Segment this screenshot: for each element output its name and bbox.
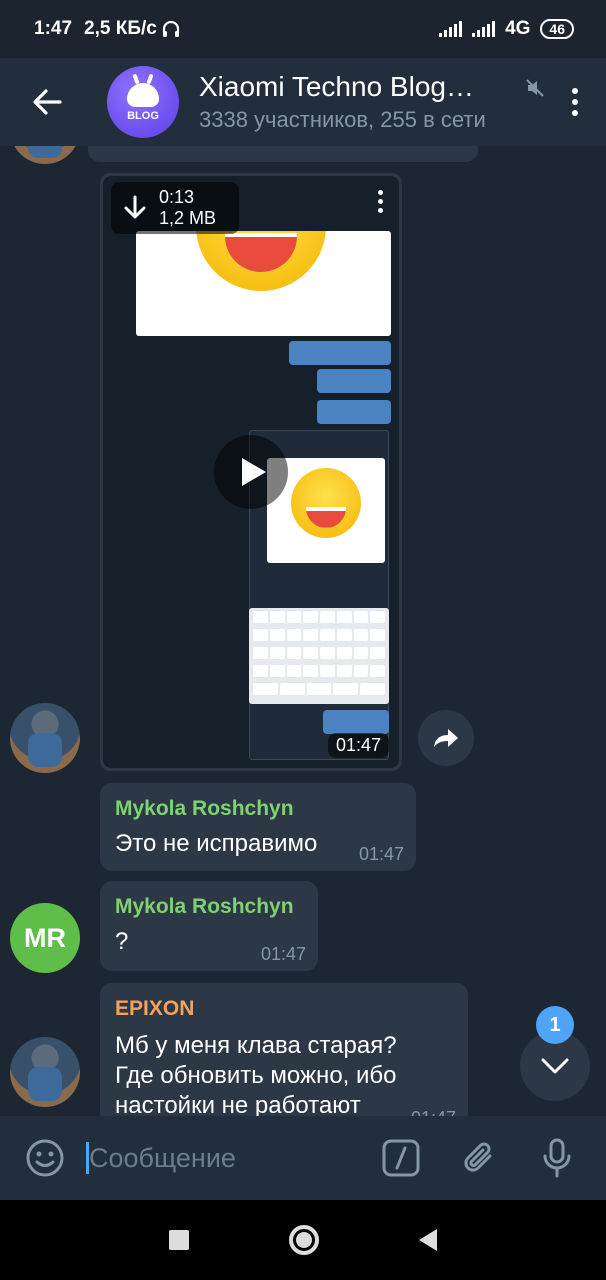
user-avatar-epixon[interactable] bbox=[10, 1037, 80, 1107]
headphones-icon bbox=[162, 20, 179, 37]
chat-title-block[interactable]: Xiaomi Techno Blog… 3338 участников, 255… bbox=[199, 71, 519, 133]
message-line: настойки не работают bbox=[115, 1092, 361, 1116]
video-message[interactable]: 0:13 1,2 MB 01:47 bbox=[100, 173, 402, 771]
chat-title: Xiaomi Techno Blog… bbox=[199, 71, 474, 102]
recents-button[interactable] bbox=[169, 1230, 189, 1250]
message-author: Mykola Roshchyn bbox=[115, 895, 294, 918]
battery-icon: 46 bbox=[540, 19, 574, 39]
video-size: 1,2 MB bbox=[159, 208, 217, 228]
emoji-icon bbox=[26, 1139, 64, 1177]
play-button[interactable] bbox=[214, 435, 288, 509]
video-thumbnail[interactable]: 0:13 1,2 MB 01:47 bbox=[103, 176, 399, 768]
muted-speaker-icon bbox=[526, 79, 544, 97]
message-time: 01:47 bbox=[358, 844, 404, 864]
signal-icon-2 bbox=[472, 21, 496, 37]
microphone-icon bbox=[543, 1138, 571, 1178]
user-avatar-video[interactable] bbox=[10, 703, 80, 773]
message-time: 01:47 bbox=[411, 1108, 456, 1116]
previous-message-bubble[interactable] bbox=[88, 146, 478, 162]
message-input[interactable] bbox=[89, 1142, 359, 1174]
network-type: 4G bbox=[505, 18, 531, 39]
status-bar: 1:47 2,5 КБ/с 4G 46 bbox=[0, 0, 606, 58]
download-icon bbox=[124, 195, 146, 219]
channel-avatar[interactable]: BLOG bbox=[107, 66, 179, 138]
arrow-left-icon bbox=[33, 89, 62, 115]
share-icon bbox=[434, 729, 458, 747]
message-text: ? bbox=[115, 928, 129, 955]
system-nav-bar bbox=[0, 1200, 606, 1280]
user-avatar-top[interactable] bbox=[10, 146, 80, 164]
video-time: 01:47 bbox=[327, 733, 389, 758]
bot-command-button[interactable] bbox=[381, 1138, 421, 1178]
message-bubble[interactable]: Mykola Roshchyn ? 01:47 bbox=[100, 881, 318, 971]
message-bubble[interactable]: EPIXON Мб у меня клава старая? Где обнов… bbox=[100, 983, 468, 1116]
paperclip-icon bbox=[464, 1142, 492, 1172]
unread-badge: 1 bbox=[536, 1006, 574, 1044]
message-text: Это не исправимо bbox=[115, 830, 318, 857]
message-author: EPIXON bbox=[115, 997, 195, 1020]
more-menu-button[interactable] bbox=[572, 88, 578, 116]
status-time: 1:47 bbox=[34, 18, 73, 39]
attach-button[interactable] bbox=[459, 1138, 499, 1178]
message-line: Мб у меня клава старая? bbox=[115, 1032, 397, 1059]
voice-button[interactable] bbox=[537, 1138, 577, 1178]
message-bubble[interactable]: Mykola Roshchyn Это не исправимо 01:47 bbox=[100, 783, 416, 871]
video-more-button[interactable] bbox=[378, 190, 383, 213]
back-button[interactable] bbox=[0, 58, 94, 146]
share-button[interactable] bbox=[418, 710, 474, 766]
home-button[interactable] bbox=[289, 1225, 319, 1255]
user-avatar-initials[interactable]: MR bbox=[10, 903, 80, 973]
slash-command-icon bbox=[382, 1139, 420, 1177]
system-back-button[interactable] bbox=[419, 1229, 437, 1251]
avatar-label: BLOG bbox=[127, 109, 159, 122]
network-speed: 2,5 КБ/с bbox=[84, 18, 157, 39]
download-overlay[interactable]: 0:13 1,2 MB bbox=[111, 182, 239, 234]
emoji-button[interactable] bbox=[24, 1137, 66, 1179]
message-text: Мб у меня клава старая? Где обновить мож… bbox=[115, 1031, 397, 1116]
mi-bunny-logo bbox=[127, 82, 159, 107]
chevron-down-icon bbox=[541, 1058, 569, 1074]
signal-icon bbox=[439, 21, 463, 37]
message-list[interactable]: 0:13 1,2 MB 01:47 Mykola Roshchyn Это не… bbox=[0, 146, 606, 1116]
chat-subtitle: 3338 участников, 255 в сети bbox=[199, 107, 486, 132]
message-input-bar bbox=[0, 1116, 606, 1200]
message-author: Mykola Roshchyn bbox=[115, 797, 294, 820]
video-duration: 0:13 bbox=[159, 187, 195, 207]
message-line: Где обновить можно, ибо bbox=[115, 1062, 397, 1089]
chat-header: BLOG Xiaomi Techno Blog… 3338 участников… bbox=[0, 58, 606, 146]
message-time: 01:47 bbox=[260, 944, 306, 964]
